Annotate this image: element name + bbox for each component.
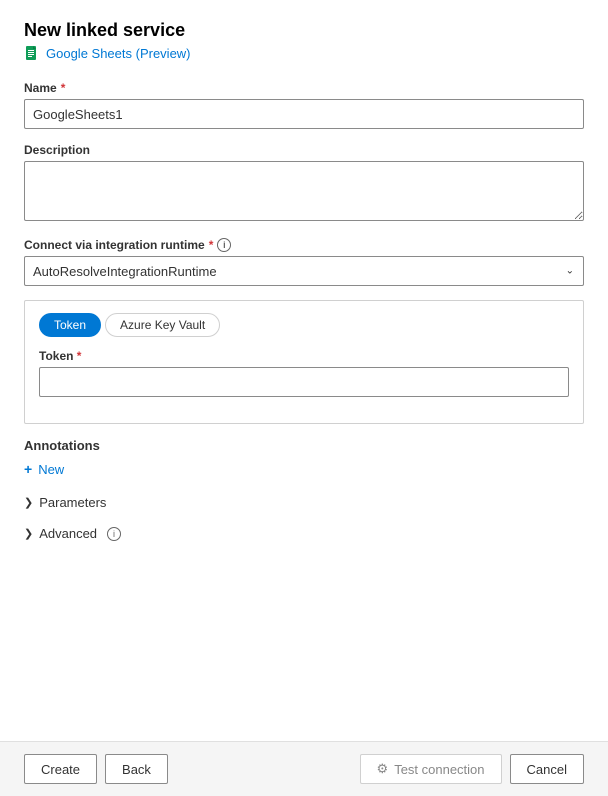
annotations-section: Annotations + New [24, 438, 584, 477]
test-connection-label: Test connection [394, 762, 484, 777]
advanced-label: Advanced [39, 526, 97, 541]
name-required-star: * [61, 81, 66, 95]
parameters-label: Parameters [39, 495, 106, 510]
cancel-button[interactable]: Cancel [510, 754, 584, 784]
advanced-chevron-icon: ❯ [24, 527, 33, 540]
name-label: Name * [24, 81, 584, 95]
auth-box: Token Azure Key Vault Token * [24, 300, 584, 424]
create-button[interactable]: Create [24, 754, 97, 784]
sheets-icon [24, 45, 40, 61]
integration-runtime-info-icon[interactable]: i [217, 238, 231, 252]
back-button[interactable]: Back [105, 754, 168, 784]
test-connection-button[interactable]: ⚙ Test connection [360, 754, 502, 784]
name-field-group: Name * [24, 81, 584, 129]
integration-runtime-label: Connect via integration runtime * i [24, 238, 584, 252]
subtitle-text: Google Sheets (Preview) [46, 46, 191, 61]
plus-icon: + [24, 461, 32, 477]
description-textarea[interactable] [24, 161, 584, 221]
subtitle-row: Google Sheets (Preview) [24, 45, 584, 61]
annotations-header: Annotations [24, 438, 584, 453]
token-required-star: * [77, 349, 82, 363]
integration-runtime-required-star: * [209, 238, 214, 252]
add-new-annotation-button[interactable]: + New [24, 461, 584, 477]
description-field-group: Description [24, 143, 584, 224]
azure-key-vault-tab[interactable]: Azure Key Vault [105, 313, 220, 337]
token-field-label: Token * [39, 349, 569, 363]
name-input[interactable] [24, 99, 584, 129]
advanced-expand-button[interactable]: ❯ Advanced i [24, 522, 584, 545]
token-field-group: Token * [39, 349, 569, 397]
new-annotation-label: New [38, 462, 64, 477]
page-title: New linked service [24, 20, 584, 41]
integration-runtime-select-wrapper: AutoResolveIntegrationRuntime ⌄ [24, 256, 584, 286]
description-label: Description [24, 143, 584, 157]
parameters-expand-button[interactable]: ❯ Parameters [24, 491, 584, 514]
integration-runtime-select[interactable]: AutoResolveIntegrationRuntime [24, 256, 584, 286]
integration-runtime-group: Connect via integration runtime * i Auto… [24, 238, 584, 286]
advanced-info-icon[interactable]: i [107, 527, 121, 541]
auth-tabs: Token Azure Key Vault [39, 313, 569, 337]
token-input[interactable] [39, 367, 569, 397]
footer-bar: Create Back ⚙ Test connection Cancel [0, 741, 608, 796]
parameters-chevron-icon: ❯ [24, 496, 33, 509]
parameters-section: ❯ Parameters [24, 491, 584, 514]
token-tab[interactable]: Token [39, 313, 101, 337]
advanced-section: ❯ Advanced i [24, 522, 584, 545]
test-connection-icon: ⚙ [377, 761, 389, 777]
